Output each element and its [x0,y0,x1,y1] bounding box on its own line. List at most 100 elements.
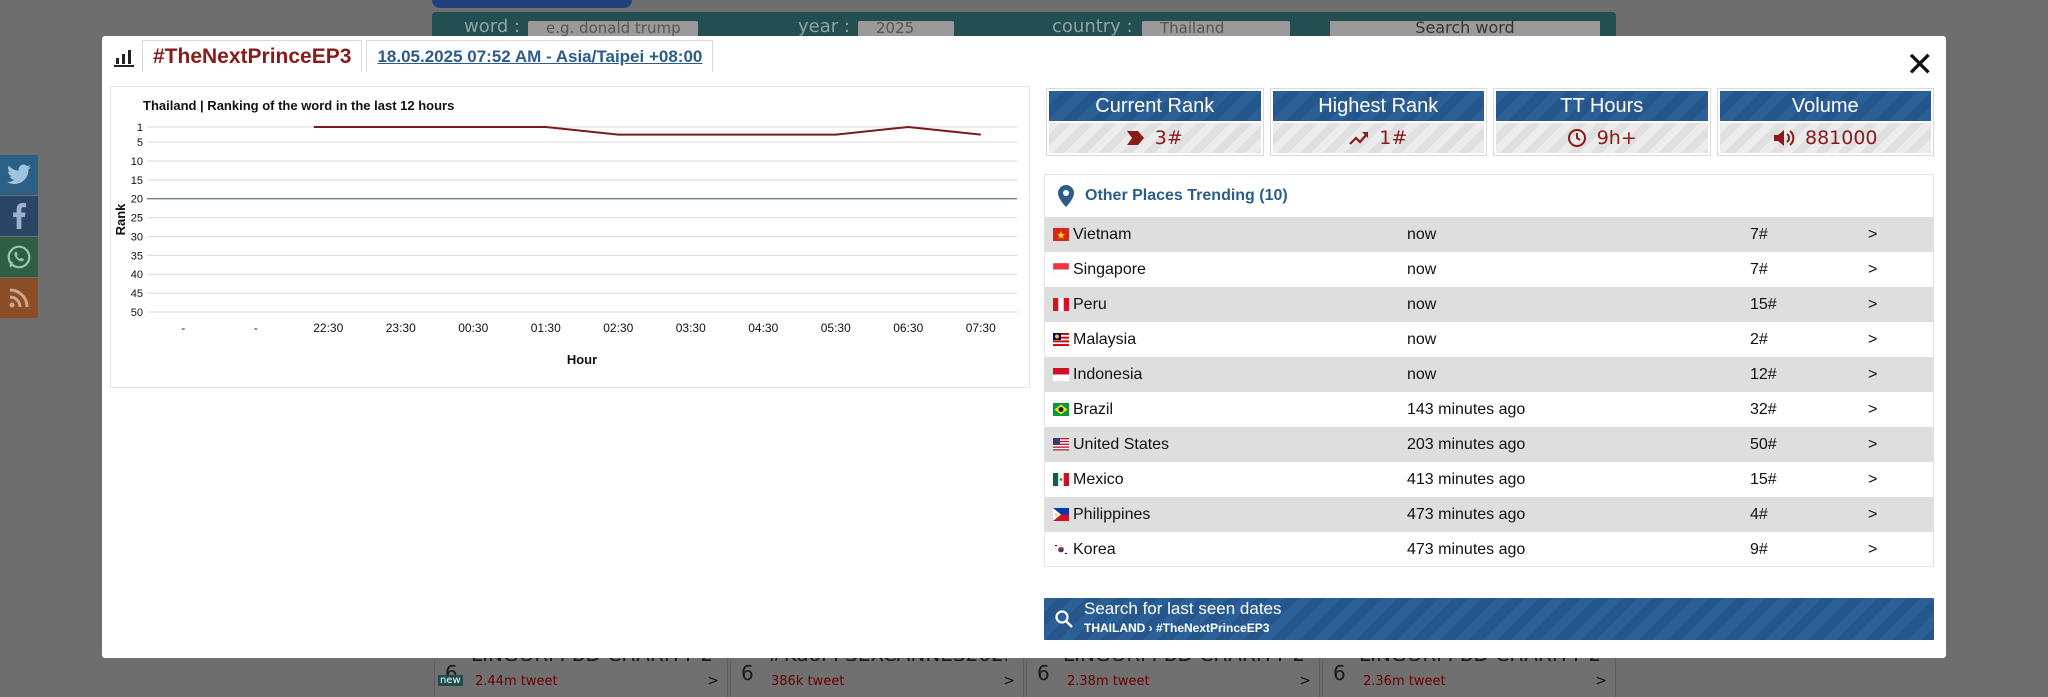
place-time: 473 minutes ago [1407,505,1526,523]
korea-flag-icon [1053,543,1069,556]
peru-flag-icon [1053,298,1069,311]
search-icon [1055,610,1073,628]
stat-label: TT Hours [1496,91,1708,121]
place-country: Korea [1073,540,1116,558]
y-tick-label: 20 [131,194,143,206]
chevron-right-icon[interactable]: > [1868,471,1877,489]
chevron-right-icon: > [1595,673,1607,689]
vietnam-flag-icon [1053,228,1069,241]
trend-date-link[interactable]: 18.05.2025 07:52 AM - Asia/Taipei +08:00 [366,40,714,72]
place-country: United States [1073,435,1170,453]
place-time: now [1407,330,1437,348]
place-row-mexico[interactable]: Mexico 413 minutes ago 15# > [1045,462,1933,497]
place-row-malaysia[interactable]: Malaysia now 2# > [1045,322,1933,357]
facebook-icon [13,203,27,229]
x-tick-label: 07:30 [966,321,996,335]
chevron-right-icon[interactable]: > [1868,226,1877,244]
background-top-button [432,0,632,8]
place-rank: 15# [1750,470,1777,488]
search-last-seen-breadcrumb: THAILAND › #TheNextPrinceEP3 [1084,621,1270,635]
place-country: Mexico [1073,470,1124,488]
whatsapp-share-button[interactable] [0,237,38,277]
facebook-share-button[interactable] [0,196,38,236]
stat-volume: Volume 881000 [1716,88,1934,156]
search-last-seen-button[interactable]: Search for last seen dates THAILAND › #T… [1044,598,1934,640]
trend-up-icon [1349,132,1369,145]
rss-share-button[interactable] [0,278,38,318]
stat-tt-hours: TT Hours 9h+ [1493,88,1711,156]
rank-chart-panel: Thailand | Ranking of the word in the la… [110,86,1030,388]
trend-detail-modal: #TheNextPrinceEP3 18.05.2025 07:52 AM - … [102,36,1946,658]
x-tick-label: - [254,321,258,335]
tag-icon [1126,131,1144,145]
chart-title: Thailand | Ranking of the word in the la… [143,98,454,113]
stat-value: 3# [1154,127,1183,149]
place-time: now [1407,295,1437,313]
chevron-right-icon[interactable]: > [1868,261,1877,279]
place-row-korea[interactable]: Korea 473 minutes ago 9# > [1045,532,1933,567]
chevron-right-icon: > [707,673,719,689]
chevron-right-icon[interactable]: > [1868,296,1877,314]
place-time: 203 minutes ago [1407,435,1526,453]
stat-value: 9h+ [1596,127,1637,149]
stat-label: Highest Rank [1272,91,1484,121]
x-tick-label: 05:30 [821,321,851,335]
y-tick-label: 15 [131,175,143,187]
place-rank: 32# [1750,400,1777,418]
stat-current-rank: Current Rank 3# [1046,88,1264,156]
stat-label: Volume [1719,91,1931,121]
place-rank: 15# [1750,295,1777,313]
word-label: word : [464,16,521,37]
chevron-right-icon[interactable]: > [1868,366,1877,384]
place-rank: 4# [1750,505,1768,523]
chevron-right-icon[interactable]: > [1868,331,1877,349]
other-places-title: Other Places Trending (10) [1085,187,1288,204]
indonesia-flag-icon [1053,368,1069,381]
stat-label: Current Rank [1049,91,1261,121]
x-tick-label: 02:30 [603,321,633,335]
place-time: now [1407,365,1437,383]
chevron-right-icon[interactable]: > [1868,401,1877,419]
search-last-seen-label: Search for last seen dates [1084,599,1282,618]
place-time: 473 minutes ago [1407,540,1526,558]
place-row-brazil[interactable]: Brazil 143 minutes ago 32# > [1045,392,1933,427]
x-tick-label: 03:30 [676,321,706,335]
chevron-right-icon[interactable]: > [1868,541,1877,559]
chevron-right-icon[interactable]: > [1868,436,1877,454]
place-row-vietnam[interactable]: Vietnam now 7# > [1045,217,1933,252]
united-states-flag-icon [1053,438,1069,451]
y-axis-label: Rank [113,203,128,236]
other-places-panel: Other Places Trending (10) Vietnam now 7… [1044,174,1934,567]
trend-title-tab[interactable]: #TheNextPrinceEP3 [142,40,363,72]
place-rank: 7# [1750,225,1768,243]
place-rank: 7# [1750,260,1768,278]
mexico-flag-icon [1053,473,1069,486]
place-row-singapore[interactable]: Singapore now 7# > [1045,252,1933,287]
brazil-flag-icon [1053,403,1069,416]
year-label: year : [798,16,850,37]
place-row-united-states[interactable]: United States 203 minutes ago 50# > [1045,427,1933,462]
place-row-indonesia[interactable]: Indonesia now 12# > [1045,357,1933,392]
stats-bar: Current Rank 3# Highest Rank 1# TT Hours… [1046,88,1934,156]
place-country: Brazil [1073,400,1114,418]
x-tick-label: - [181,321,185,335]
place-row-peru[interactable]: Peru now 15# > [1045,287,1933,322]
speaker-icon [1773,130,1795,146]
clock-icon [1567,129,1586,147]
x-axis-label: Hour [567,352,597,367]
place-rank: 2# [1750,330,1768,348]
new-badge: new [438,675,463,686]
word-input: e.g. donald trump [528,21,698,37]
country-select: Thailand [1142,21,1290,37]
place-country: Philippines [1073,505,1151,523]
place-row-philippines[interactable]: Philippines 473 minutes ago 4# > [1045,497,1933,532]
twitter-share-button[interactable] [0,155,38,195]
y-tick-label: 50 [131,307,143,319]
stat-value: 881000 [1804,127,1878,149]
close-button[interactable]: ✕ [1906,48,1935,82]
chevron-right-icon[interactable]: > [1868,506,1877,524]
bar-chart-icon[interactable] [110,41,138,71]
places-list: Vietnam now 7# > Singapore now 7# > Peru… [1045,217,1933,567]
philippines-flag-icon [1053,508,1069,521]
rss-icon [9,288,29,308]
